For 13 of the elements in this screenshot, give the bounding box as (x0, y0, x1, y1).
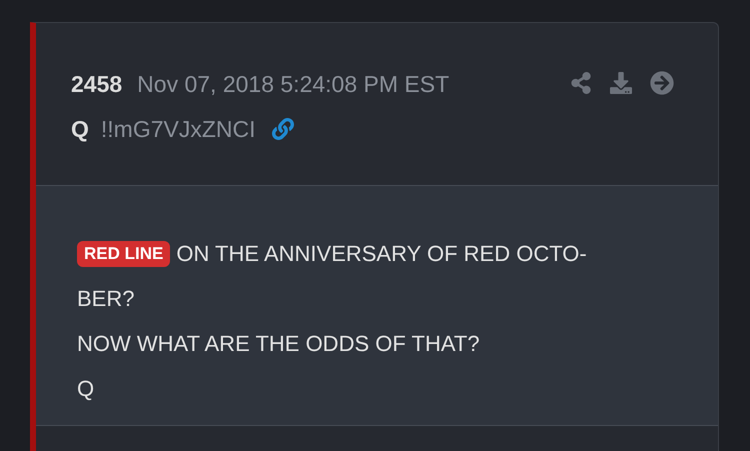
share-icon[interactable] (570, 72, 592, 94)
link-icon[interactable] (272, 118, 294, 140)
post-text: Q (77, 375, 94, 403)
tripcode: !!mG7VJxZNCI (100, 114, 256, 144)
post-text: NOW WHAT ARE THE ODDS OF THAT? (77, 330, 480, 358)
download-icon[interactable] (610, 72, 632, 94)
post-number: 2458 (71, 70, 122, 99)
author-name: Q (71, 114, 89, 144)
post-date: Nov 07, 2018 5:24:08 PM EST (137, 70, 450, 99)
tag-badge: RED LINE (77, 240, 170, 266)
arrow-right-icon[interactable] (650, 71, 674, 95)
post-text: BER? (77, 285, 134, 313)
post-text: ON THE ANNIVERSARY OF RED OCTO- (176, 240, 587, 268)
